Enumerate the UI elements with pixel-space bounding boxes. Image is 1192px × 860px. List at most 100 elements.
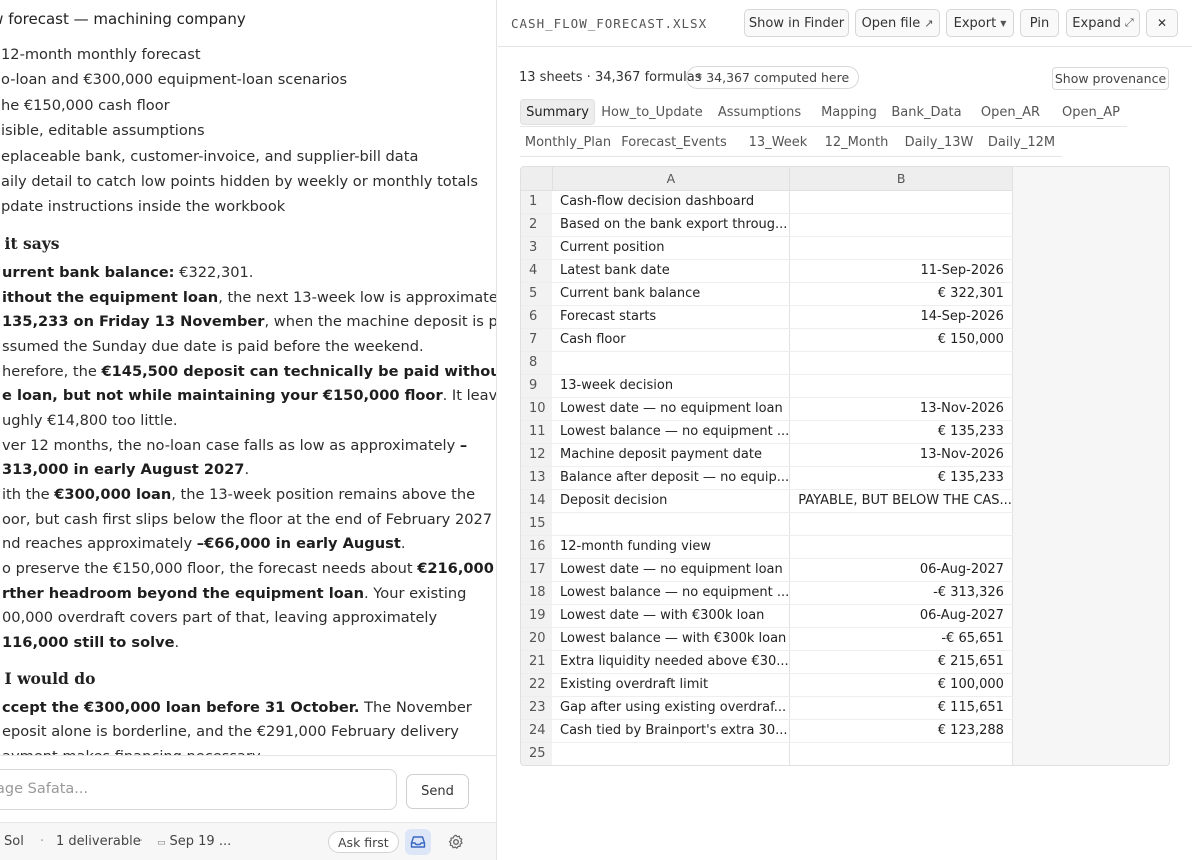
cell-a[interactable]: Lowest date — no equipment loan xyxy=(552,397,791,421)
agent-name[interactable]: Sol xyxy=(4,834,24,849)
row-number[interactable]: 11 xyxy=(521,420,552,444)
row-number[interactable]: 18 xyxy=(521,581,552,605)
cell-b[interactable]: 11-Sep-2026 xyxy=(789,259,1013,283)
row-number[interactable]: 7 xyxy=(521,328,552,352)
cell-b[interactable]: 13-Nov-2026 xyxy=(789,397,1013,421)
cell-b[interactable]: € 150,000 xyxy=(789,328,1013,352)
sheet-tab-forecast-events[interactable]: Forecast_Events xyxy=(621,129,727,155)
send-button[interactable]: Send xyxy=(406,774,469,809)
cell-a[interactable]: Lowest balance — no equipment ... xyxy=(552,581,791,605)
cell-a[interactable]: Lowest balance — with €300k loan xyxy=(552,627,791,651)
cell-a[interactable]: Cash floor xyxy=(552,328,791,352)
row-number[interactable]: 12 xyxy=(521,443,552,467)
cell-a[interactable]: Cash-flow decision dashboard xyxy=(552,190,791,214)
message-input[interactable]: age Safata... xyxy=(0,769,397,810)
cell-b[interactable]: PAYABLE, BUT BELOW THE CAS... xyxy=(789,489,1013,513)
cell-a[interactable]: Current bank balance xyxy=(552,282,791,306)
row-number[interactable]: 3 xyxy=(521,236,552,260)
cell-b[interactable] xyxy=(789,512,1013,536)
row-number[interactable]: 8 xyxy=(521,351,552,375)
cell-b[interactable] xyxy=(789,374,1013,398)
pin-button[interactable]: Pin xyxy=(1020,9,1059,37)
cell-b[interactable] xyxy=(789,236,1013,260)
sheet-tab-monthly-plan[interactable]: Monthly_Plan xyxy=(520,129,616,155)
cell-a[interactable]: Lowest date — no equipment loan xyxy=(552,558,791,582)
cell-a[interactable]: Lowest date — with €300k loan xyxy=(552,604,791,628)
cell-a[interactable]: Latest bank date xyxy=(552,259,791,283)
ask-first-toggle[interactable]: Ask first xyxy=(328,831,399,853)
cell-b[interactable]: € 322,301 xyxy=(789,282,1013,306)
settings-button[interactable] xyxy=(444,829,468,855)
row-number[interactable]: 9 xyxy=(521,374,552,398)
session-date[interactable]: ▭ Sep 19 ... xyxy=(157,834,231,849)
cell-a[interactable]: Cash tied by Brainport's extra 30... xyxy=(552,719,791,743)
cell-b[interactable]: € 115,651 xyxy=(789,696,1013,720)
cell-b[interactable]: € 135,233 xyxy=(789,420,1013,444)
cell-a[interactable]: 13-week decision xyxy=(552,374,791,398)
cell-a[interactable]: Lowest balance — no equipment ... xyxy=(552,420,791,444)
cell-b[interactable] xyxy=(789,742,1013,765)
cell-b[interactable] xyxy=(789,213,1013,237)
row-number[interactable]: 13 xyxy=(521,466,552,490)
sheet-tab-how-to-update[interactable]: How_to_Update xyxy=(600,99,704,125)
show-provenance-button[interactable]: Show provenance xyxy=(1052,67,1169,90)
cell-a[interactable]: Deposit decision xyxy=(552,489,791,513)
cell-b[interactable]: € 123,288 xyxy=(789,719,1013,743)
sheet-tab-bank-data[interactable]: Bank_Data xyxy=(889,99,964,125)
close-button[interactable]: ✕ xyxy=(1146,9,1178,37)
cell-a[interactable] xyxy=(552,512,791,536)
cell-b[interactable]: 14-Sep-2026 xyxy=(789,305,1013,329)
row-number[interactable]: 4 xyxy=(521,259,552,283)
sheet-tab-open-ap[interactable]: Open_AP xyxy=(1055,99,1127,125)
row-number[interactable]: 21 xyxy=(521,650,552,674)
export-button[interactable]: Export ▼ xyxy=(946,9,1014,37)
row-number[interactable]: 6 xyxy=(521,305,552,329)
cell-a[interactable]: 12-month funding view xyxy=(552,535,791,559)
cell-b[interactable] xyxy=(789,190,1013,214)
row-number[interactable]: 15 xyxy=(521,512,552,536)
cell-b[interactable]: € 135,233 xyxy=(789,466,1013,490)
row-number[interactable]: 24 xyxy=(521,719,552,743)
cell-a[interactable]: Gap after using existing overdraf... xyxy=(552,696,791,720)
deliverables-count[interactable]: 1 deliverable xyxy=(56,834,141,849)
row-number[interactable]: 16 xyxy=(521,535,552,559)
cell-a[interactable]: Based on the bank export throug... xyxy=(552,213,791,237)
row-number[interactable]: 14 xyxy=(521,489,552,513)
sheet-tab-daily-12m[interactable]: Daily_12M xyxy=(982,129,1061,155)
chat-transcript[interactable]: ow forecast — machining company 12-month… xyxy=(0,0,496,755)
row-number[interactable]: 23 xyxy=(521,696,552,720)
row-number[interactable]: 22 xyxy=(521,673,552,697)
row-number[interactable]: 19 xyxy=(521,604,552,628)
cell-a[interactable] xyxy=(552,742,791,765)
row-number[interactable]: 20 xyxy=(521,627,552,651)
cell-a[interactable]: Machine deposit payment date xyxy=(552,443,791,467)
sheet-tab-mapping[interactable]: Mapping xyxy=(814,99,884,125)
cell-a[interactable]: Forecast starts xyxy=(552,305,791,329)
cell-b[interactable]: € 100,000 xyxy=(789,673,1013,697)
sheet-tab-13-week[interactable]: 13_Week xyxy=(741,129,815,155)
cell-a[interactable]: Existing overdraft limit xyxy=(552,673,791,697)
column-header-a[interactable]: A xyxy=(552,167,791,191)
sheet-tab-assumptions[interactable]: Assumptions xyxy=(714,99,805,125)
cell-a[interactable]: Extra liquidity needed above €30... xyxy=(552,650,791,674)
sheet-tab-daily-13w[interactable]: Daily_13W xyxy=(899,129,979,155)
spreadsheet-grid[interactable]: A B 1 Cash-flow decision dashboard 2 Based … xyxy=(520,166,1170,766)
cell-b[interactable]: 06-Aug-2027 xyxy=(789,604,1013,628)
open-file-button[interactable]: Open file ↗ xyxy=(855,9,940,37)
inbox-button[interactable] xyxy=(405,829,431,855)
cell-b[interactable]: -€ 313,326 xyxy=(789,581,1013,605)
row-number[interactable]: 1 xyxy=(521,190,552,214)
cell-b[interactable]: -€ 65,651 xyxy=(789,627,1013,651)
cell-a[interactable]: Current position xyxy=(552,236,791,260)
show-in-finder-button[interactable]: Show in Finder xyxy=(744,9,849,37)
row-number[interactable]: 17 xyxy=(521,558,552,582)
row-number[interactable]: 2 xyxy=(521,213,552,237)
sheet-tab-open-ar[interactable]: Open_AR xyxy=(976,99,1045,125)
row-number[interactable]: 10 xyxy=(521,397,552,421)
row-number[interactable]: 25 xyxy=(521,742,552,765)
corner-cell[interactable] xyxy=(521,167,553,191)
cell-b[interactable]: 06-Aug-2027 xyxy=(789,558,1013,582)
cell-a[interactable] xyxy=(552,351,791,375)
cell-a[interactable]: Balance after deposit — no equip... xyxy=(552,466,791,490)
expand-button[interactable]: Expand ⤢ xyxy=(1066,9,1140,37)
